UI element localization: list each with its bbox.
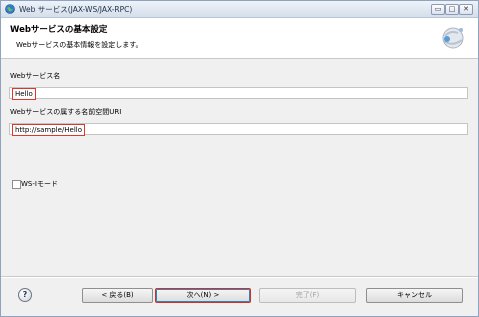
page-title: Webサービスの基本設定	[10, 25, 108, 35]
namespace-uri-value: http://sample/Hello	[12, 124, 85, 136]
page-description: Webサービスの基本情報を設定します。	[16, 41, 143, 49]
form-area: Webサービス名 Hello Webサービスの属する名前空間URI http:/…	[1, 59, 478, 273]
close-button[interactable]: ✕	[459, 4, 473, 15]
wsi-mode-checkbox[interactable]	[12, 180, 21, 189]
web-service-wizard-icon	[442, 27, 464, 49]
wizard-window: Web サービス(JAX-WS/JAX-RPC) ▭ □ ✕ Webサービスの基…	[0, 0, 479, 317]
minimize-icon: ▭	[434, 5, 442, 13]
cancel-button[interactable]: キャンセル	[366, 288, 463, 303]
finish-button[interactable]: 完了(F)	[259, 288, 356, 303]
namespace-uri-field[interactable]: http://sample/Hello	[9, 123, 468, 136]
maximize-icon: □	[448, 5, 456, 13]
namespace-label: Webサービスの属する名前空間URI	[10, 108, 122, 116]
service-name-value: Hello	[12, 88, 36, 100]
back-button[interactable]: < 戻る(B)	[82, 288, 153, 303]
maximize-button[interactable]: □	[445, 4, 459, 15]
wsi-mode-label: WS-Iモード	[21, 180, 58, 188]
globe-icon	[5, 4, 15, 14]
service-name-label: Webサービス名	[10, 72, 61, 80]
close-icon: ✕	[463, 5, 469, 13]
title-bar: Web サービス(JAX-WS/JAX-RPC) ▭ □ ✕	[1, 1, 478, 18]
button-bar-separator	[1, 276, 478, 278]
service-name-field[interactable]: Hello	[9, 87, 468, 100]
window-title: Web サービス(JAX-WS/JAX-RPC)	[19, 5, 133, 14]
wizard-banner: Webサービスの基本設定 Webサービスの基本情報を設定します。	[1, 18, 478, 59]
help-icon[interactable]: ?	[18, 288, 32, 302]
minimize-button[interactable]: ▭	[431, 4, 445, 15]
next-button[interactable]: 次へ(N) >	[155, 288, 251, 303]
